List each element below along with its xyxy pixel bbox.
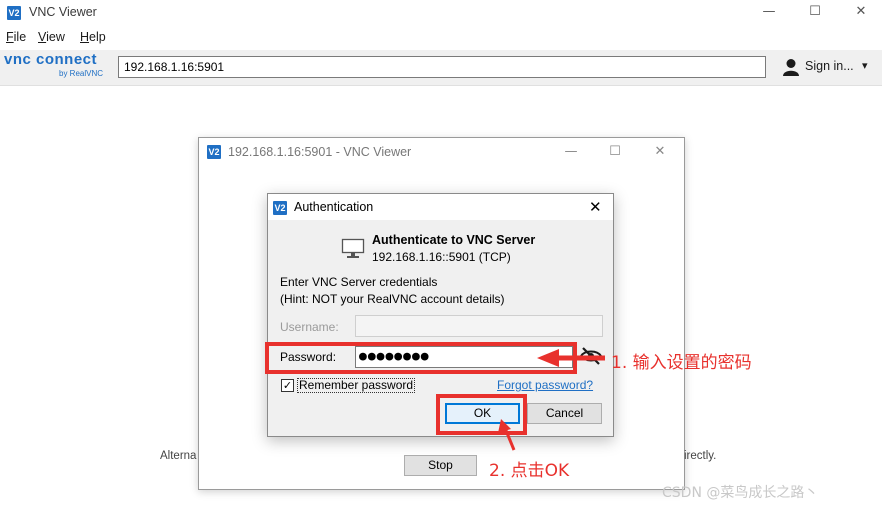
menu-file[interactable]: File [6,30,26,44]
password-highlight-box [265,342,577,374]
sign-in-button[interactable]: Sign in... [805,59,854,73]
alternate-text-left: Alterna [160,450,197,462]
chevron-down-icon[interactable]: ▾ [862,59,868,72]
minimize-button[interactable]: — [746,0,792,24]
username-label: Username: [280,320,339,334]
arrow-icon [498,419,516,451]
vnc-logo-icon: V2 [273,201,287,215]
menu-help[interactable]: Help [80,30,106,44]
watermark: CSDN @菜鸟成长之路丶 [662,485,819,501]
monitor-icon [341,238,365,258]
prompt-line-1: Enter VNC Server credentials [280,275,438,289]
cancel-button[interactable]: Cancel [527,403,602,424]
address-input[interactable]: 192.168.1.16:5901 [118,56,766,78]
connection-close-button[interactable]: ✕ [637,140,683,164]
forgot-password-link[interactable]: Forgot password? [497,378,593,392]
arrow-icon [537,349,605,367]
brand-subtitle: by RealVNC [59,69,104,78]
connection-maximize-button[interactable]: ☐ [592,140,638,164]
vnc-connect-logo: vnc connect [4,51,98,68]
dialog-title: Authentication [294,200,374,214]
remember-password-label[interactable]: Remember password [297,378,416,393]
step2-annotation: 2. 点击OK [489,461,570,481]
window-title: VNC Viewer [29,5,97,19]
step1-annotation: 1. 输入设置的密码 [611,353,752,373]
menu-view[interactable]: View [38,30,65,44]
close-button[interactable]: ✕ [838,0,882,24]
connection-minimize-button[interactable]: — [548,140,594,164]
alternate-text-right: irectly. [684,450,717,462]
vnc-logo-icon: V2 [207,145,221,159]
server-address: 192.168.1.16::5901 (TCP) [372,250,511,264]
prompt-line-2: (Hint: NOT your RealVNC account details) [280,292,505,306]
vnc-logo-icon: V2 [7,6,21,20]
user-icon [783,59,799,76]
dialog-heading: Authenticate to VNC Server [372,233,536,247]
connection-window-title: 192.168.1.16:5901 - VNC Viewer [228,145,412,159]
stop-button[interactable]: Stop [404,455,477,476]
remember-password-checkbox[interactable]: ✓ [281,379,294,392]
username-input [355,315,603,337]
maximize-button[interactable]: ☐ [792,0,838,24]
dialog-close-button[interactable]: ✕ [589,198,602,216]
